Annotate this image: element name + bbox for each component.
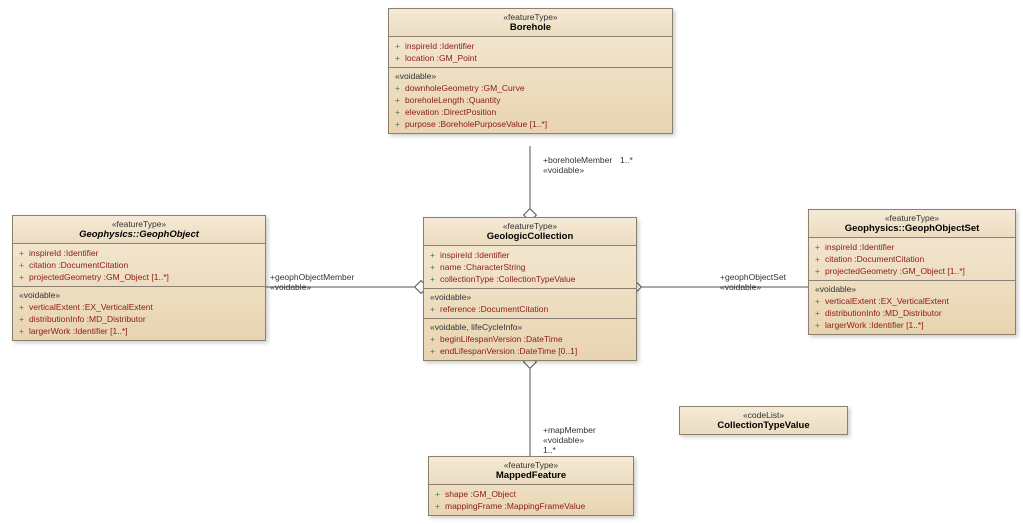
geoph-role-label: +geophObjectMember xyxy=(270,272,354,282)
mappedfeature-name: MappedFeature xyxy=(435,470,627,481)
geophobjectset-name: Geophysics::GeophObjectSet xyxy=(815,223,1009,234)
geoph-stereo-label: «voidable» xyxy=(270,282,311,292)
geophset-role-label: +geophObjectSet xyxy=(720,272,786,282)
borehole-stereo-label: «voidable» xyxy=(543,165,584,175)
borehole-name: Borehole xyxy=(395,22,666,33)
borehole-role-label: +boreholeMember xyxy=(543,155,612,165)
class-borehole: «featureType» Borehole +inspireId :Ident… xyxy=(388,8,673,134)
class-mappedfeature: «featureType» MappedFeature +shape :GM_O… xyxy=(428,456,634,516)
borehole-mult-label: 1..* xyxy=(620,155,633,165)
geophobject-stereotype: «featureType» xyxy=(19,219,259,229)
class-geophobject: «featureType» Geophysics::GeophObject +i… xyxy=(12,215,266,341)
class-geologiccollection: «featureType» GeologicCollection +inspir… xyxy=(423,217,637,361)
collectiontypevalue-name: CollectionTypeValue xyxy=(686,420,841,431)
collectiontypevalue-stereotype: «codeList» xyxy=(686,410,841,420)
class-geophobjectset: «featureType» Geophysics::GeophObjectSet… xyxy=(808,209,1016,335)
geophobject-name: Geophysics::GeophObject xyxy=(19,229,259,240)
map-mult-label: 1..* xyxy=(543,445,556,455)
geologiccollection-name: GeologicCollection xyxy=(430,231,630,242)
borehole-stereotype: «featureType» xyxy=(395,12,666,22)
class-collectiontypevalue: «codeList» CollectionTypeValue xyxy=(679,406,848,435)
map-role-label: +mapMember xyxy=(543,425,596,435)
geologiccollection-stereotype: «featureType» xyxy=(430,221,630,231)
geophset-stereo-label: «voidable» xyxy=(720,282,761,292)
geophobjectset-stereotype: «featureType» xyxy=(815,213,1009,223)
map-stereo-label: «voidable» xyxy=(543,435,584,445)
mappedfeature-stereotype: «featureType» xyxy=(435,460,627,470)
